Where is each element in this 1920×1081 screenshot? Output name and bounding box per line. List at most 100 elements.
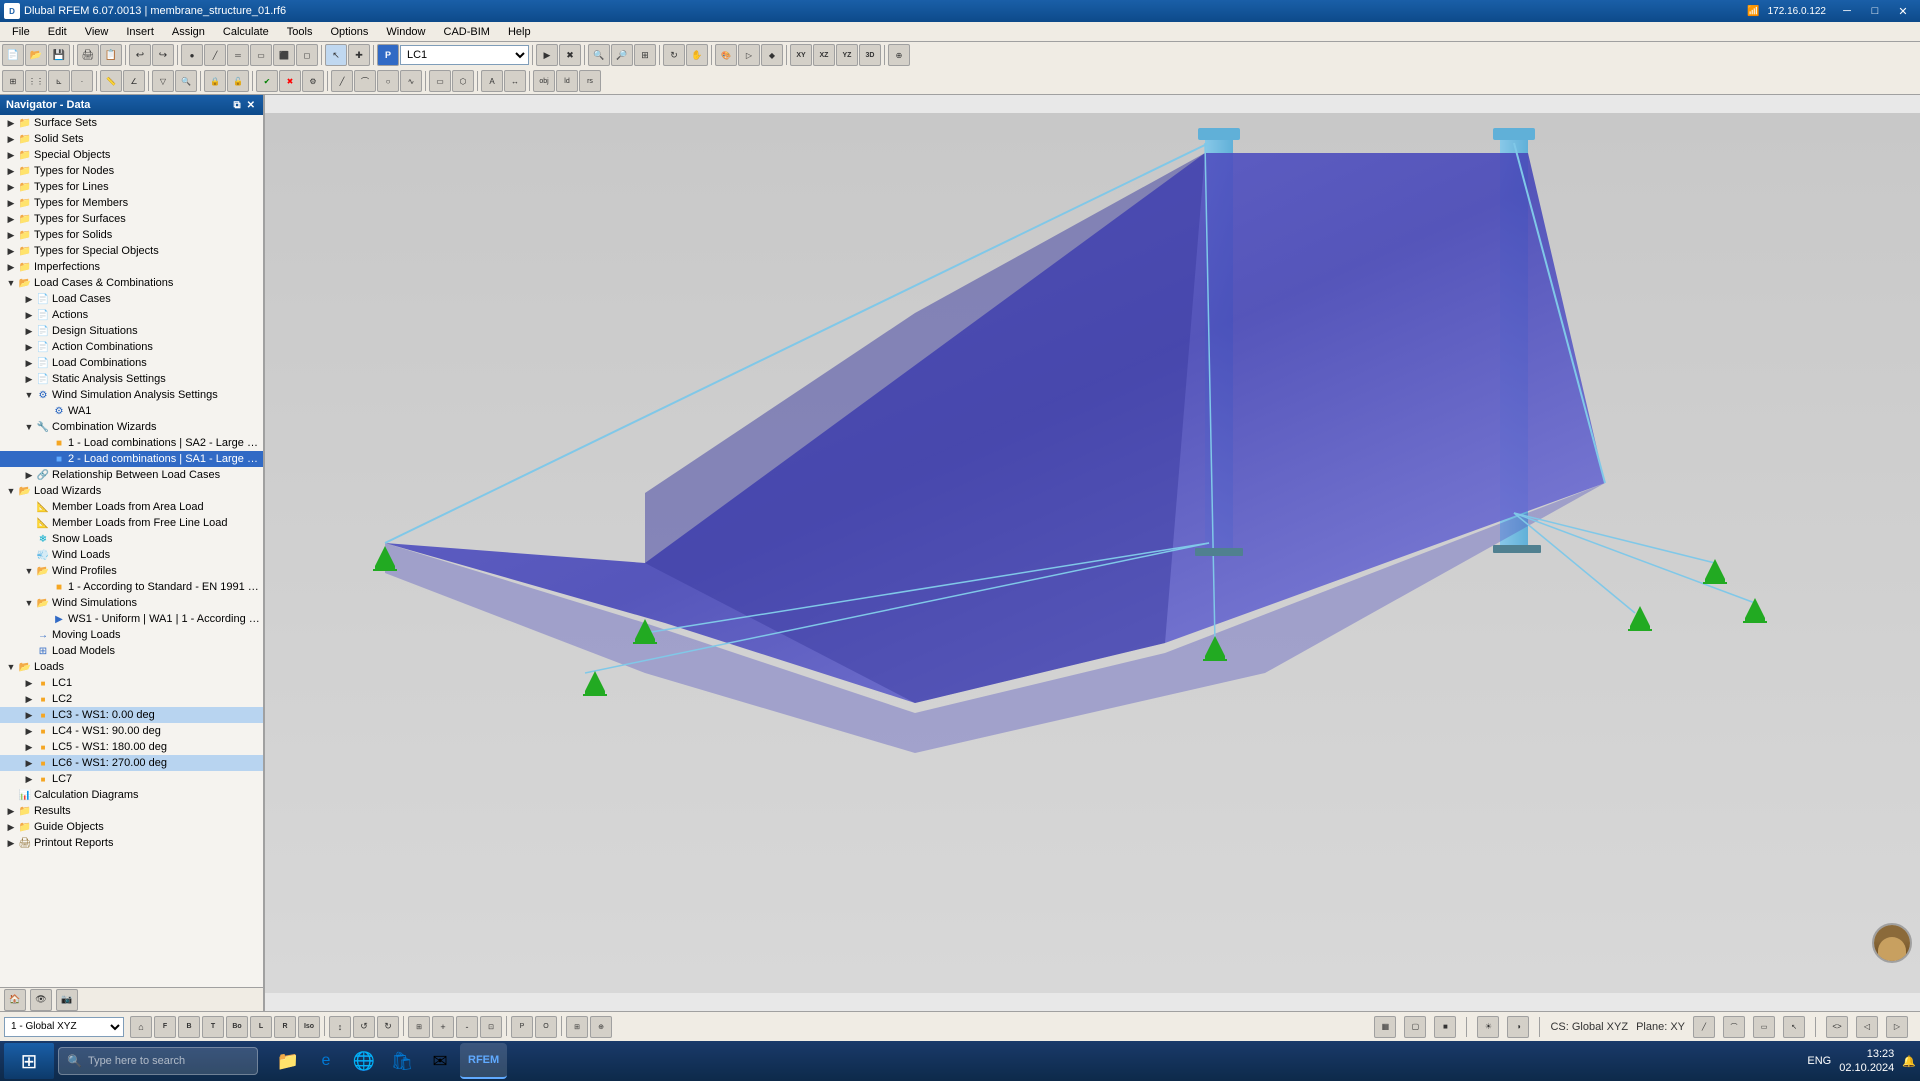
expander-member-area[interactable] [22,500,36,514]
tb2-settings[interactable]: ⚙ [302,70,324,92]
expander-surface-sets[interactable]: ▶ [4,116,18,130]
tb2-angle[interactable]: ∠ [123,70,145,92]
tb-view-3d[interactable]: 3D [859,44,881,66]
maximize-btn[interactable]: □ [1862,0,1888,22]
tb-calc[interactable]: ▶ [536,44,558,66]
tree-item-guide-objects[interactable]: ▶ 📁 Guide Objects [0,819,263,835]
bt-select2[interactable]: ↖ [1783,1016,1805,1038]
tree-item-types-members[interactable]: ▶ 📁 Types for Members [0,195,263,211]
bt-zoom-all2[interactable]: ⊡ [480,1016,502,1038]
expander-wind-sim-settings[interactable]: ▼ [22,388,36,402]
menu-edit[interactable]: Edit [40,24,75,40]
expander-imperfections[interactable]: ▶ [4,260,18,274]
tree-item-static-settings[interactable]: ▶ 📄 Static Analysis Settings [0,371,263,387]
expander-special-objects[interactable]: ▶ [4,148,18,162]
menu-cadbim[interactable]: CAD-BIM [436,24,498,40]
tb2-poly[interactable]: ⬡ [452,70,474,92]
bt-end[interactable]: ◁ [1856,1016,1878,1038]
tb2-unfix[interactable]: 🔓 [227,70,249,92]
expander-wa1[interactable] [38,404,52,418]
tb2-grid[interactable]: ⋮⋮ [25,70,47,92]
taskbar-search[interactable]: 🔍 Type here to search [58,1047,258,1075]
taskbar-app-explorer[interactable]: 📁 [270,1043,306,1079]
expander-lc6[interactable]: ▶ [22,756,36,770]
tb-view-xz[interactable]: XZ [813,44,835,66]
bt-bot[interactable]: Bo [226,1016,248,1038]
tree-item-load-cases[interactable]: ▶ 📄 Load Cases [0,291,263,307]
nav-detach[interactable]: ⧉ [231,100,242,111]
expander-combo1[interactable] [38,436,52,450]
tree-item-load-models[interactable]: ⊞ Load Models [0,643,263,659]
expander-load-wizards[interactable]: ▼ [4,484,18,498]
expander-wind-profiles[interactable]: ▼ [22,564,36,578]
tb2-check[interactable]: ✔ [256,70,278,92]
tb2-snap[interactable]: ⊞ [2,70,24,92]
bt-draw-line[interactable]: ╱ [1693,1016,1715,1038]
tb-zoom-all[interactable]: ⊞ [634,44,656,66]
bt-ortho-view[interactable]: O [535,1016,557,1038]
tb2-filter[interactable]: ▽ [152,70,174,92]
expander-types-solids[interactable]: ▶ [4,228,18,242]
expander-action-combinations[interactable]: ▶ [22,340,36,354]
menu-file[interactable]: File [4,24,38,40]
tb2-circle[interactable]: ○ [377,70,399,92]
tb-wire[interactable]: ▷ [738,44,760,66]
bt-zoom-out2[interactable]: - [456,1016,478,1038]
tb2-point[interactable]: · [71,70,93,92]
tree-item-combo2[interactable]: ■ 2 - Load combinations | SA1 - Large de… [0,451,263,467]
expander-results[interactable]: ▶ [4,804,18,818]
tb-zoom-out[interactable]: 🔎 [611,44,633,66]
tb-solid[interactable]: ⬛ [273,44,295,66]
tb-new[interactable]: 📄 [2,44,24,66]
expander-solid-sets[interactable]: ▶ [4,132,18,146]
expander-types-surfaces[interactable]: ▶ [4,212,18,226]
expander-loads[interactable]: ▼ [4,660,18,674]
bt-wireframe[interactable]: ▢ [1404,1016,1426,1038]
expander-types-members[interactable]: ▶ [4,196,18,210]
bt-begin[interactable]: ▷ [1886,1016,1908,1038]
tree-item-wind-simulations[interactable]: ▼ 📂 Wind Simulations [0,595,263,611]
expander-moving-loads[interactable] [22,628,36,642]
menu-insert[interactable]: Insert [118,24,162,40]
expander-lc1[interactable]: ▶ [22,676,36,690]
menu-window[interactable]: Window [378,24,433,40]
tree-item-wind-loads[interactable]: 💨 Wind Loads [0,547,263,563]
nav-btn-home[interactable]: 🏠 [4,989,26,1011]
tree-item-load-cases-combos[interactable]: ▼ 📂 Load Cases & Combinations [0,275,263,291]
tb-surface[interactable]: ▭ [250,44,272,66]
tb2-search[interactable]: 🔍 [175,70,197,92]
bt-flip[interactable]: ↕ [329,1016,351,1038]
bt-home[interactable]: ⌂ [130,1016,152,1038]
tb-view-yz[interactable]: YZ [836,44,858,66]
expander-wind-profile-1[interactable] [38,580,52,594]
tb-print2[interactable]: 📋 [100,44,122,66]
tree-item-wind-profile-1[interactable]: ■ 1 - According to Standard - EN 1991 CE… [0,579,263,595]
bt-persp[interactable]: P [511,1016,533,1038]
bt-draw-arc[interactable]: ⌒ [1723,1016,1745,1038]
tree-item-loads[interactable]: ▼ 📂 Loads [0,659,263,675]
tb2-cross[interactable]: ✖ [279,70,301,92]
tb2-label[interactable]: A [481,70,503,92]
expander-lc4[interactable]: ▶ [22,724,36,738]
coord-system-selector[interactable]: 1 - Global XYZ [4,1017,124,1037]
bt-rot-left[interactable]: ↺ [353,1016,375,1038]
tree-item-ws1[interactable]: ▶ WS1 - Uniform | WA1 | 1 - According to… [0,611,263,627]
expander-lc7[interactable]: ▶ [22,772,36,786]
tree-item-load-wizards[interactable]: ▼ 📂 Load Wizards [0,483,263,499]
bt-pts[interactable]: <> [1826,1016,1848,1038]
expander-wind-loads[interactable] [22,548,36,562]
start-button[interactable]: ⊞ [4,1043,54,1079]
nav-close[interactable]: ✕ [245,100,257,111]
bt-snap2[interactable]: ⊕ [590,1016,612,1038]
tb-line[interactable]: ╱ [204,44,226,66]
bt-top[interactable]: T [202,1016,224,1038]
expander-design-situations[interactable]: ▶ [22,324,36,338]
expander-wind-simulations[interactable]: ▼ [22,596,36,610]
tb-member[interactable]: ═ [227,44,249,66]
tree-item-solid-sets[interactable]: ▶ 📁 Solid Sets [0,131,263,147]
tree-item-lc4[interactable]: ▶ ■ LC4 - WS1: 90.00 deg [0,723,263,739]
taskbar-app-edge[interactable]: e [308,1043,344,1079]
bt-grid2[interactable]: ⊞ [566,1016,588,1038]
tb-rotate[interactable]: ↻ [663,44,685,66]
lc-selector[interactable]: LC1 LC2 LC3 - WS1: 0.00 deg [400,45,529,65]
